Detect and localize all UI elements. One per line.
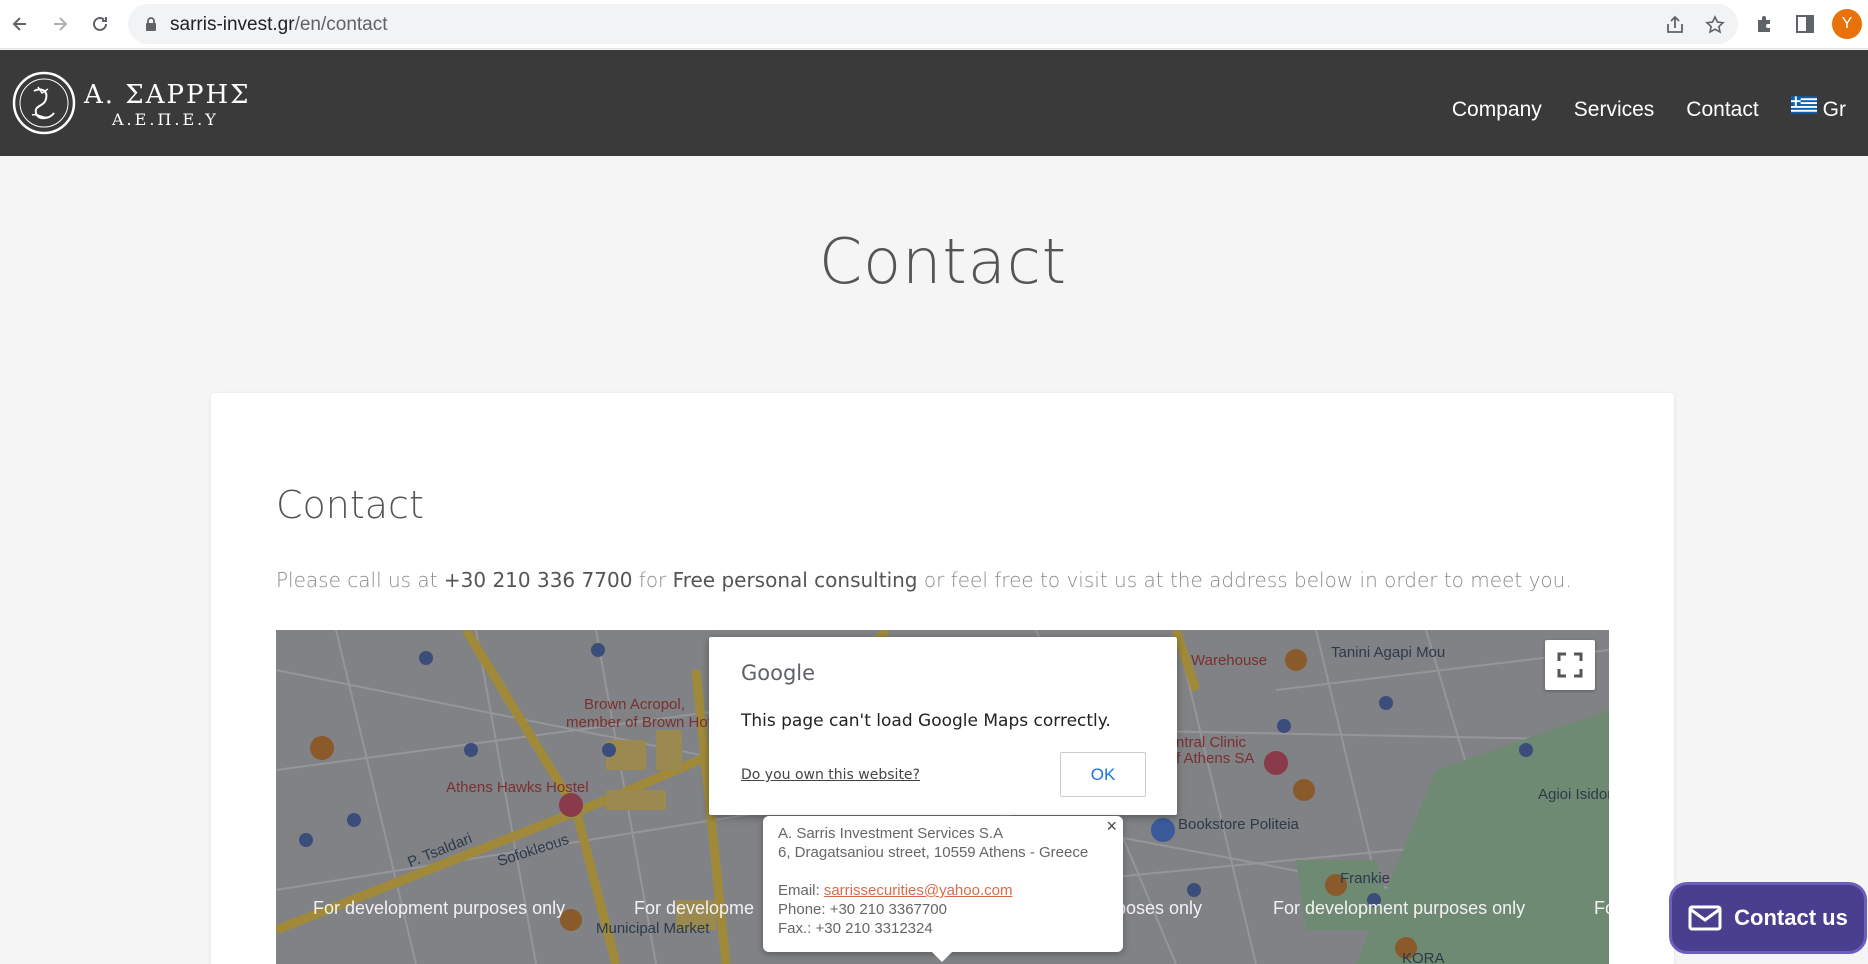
map-label-municipal: Municipal Market: [596, 920, 710, 937]
contact-us-button[interactable]: Contact us: [1669, 882, 1867, 954]
bookmark-star-icon[interactable]: [1704, 14, 1726, 36]
map-label-agioi: Agioi Isidor: [1538, 786, 1609, 803]
nav-services[interactable]: Services: [1574, 98, 1655, 122]
info-email-row: Email: sarrissecurities@yahoo.com: [778, 881, 1088, 900]
language-label: Gr: [1822, 98, 1846, 121]
nav-contact[interactable]: Contact: [1686, 98, 1758, 122]
logo-line2: Α.Ε.Π.Ε.Υ: [112, 110, 219, 129]
map-label-frankie: Frankie: [1340, 870, 1391, 887]
intro-part: Please call us at: [276, 568, 444, 592]
envelope-icon: [1688, 905, 1722, 931]
side-panel-icon[interactable]: [1794, 13, 1816, 35]
info-fax: Fax.: +30 210 3312324: [778, 920, 933, 937]
map-label-bookstore: Bookstore Politeia: [1178, 816, 1299, 833]
dev-watermark: For development purposes only: [313, 898, 566, 918]
share-icon[interactable]: [1664, 14, 1686, 36]
dialog-ok-button[interactable]: OK: [1060, 752, 1146, 797]
site-header: Α. ΣΑΡΡΗΣ Α.Ε.Π.Ε.Υ Company Services Con…: [0, 50, 1868, 156]
forward-button[interactable]: [46, 10, 74, 38]
back-arrow-icon: [12, 17, 26, 31]
reload-icon: [93, 16, 107, 31]
maps-error-message: This page can't load Google Maps correct…: [741, 711, 1111, 731]
contact-intro-text: Please call us at +30 210 336 7700 for F…: [276, 568, 1572, 592]
url-text: sarris-invest.gr/en/contact: [170, 14, 388, 35]
info-address: 6, Dragatsaniou street, 10559 Athens - G…: [778, 844, 1089, 861]
address-bar[interactable]: sarris-invest.gr/en/contact: [128, 4, 1738, 44]
dev-watermark: Fo: [1594, 898, 1609, 918]
profile-avatar[interactable]: Y: [1832, 9, 1862, 39]
extensions-puzzle-icon[interactable]: [1754, 13, 1776, 35]
greek-flag-icon: [1790, 96, 1817, 114]
card-title: Contact: [276, 483, 424, 527]
map-fullscreen-button[interactable]: [1545, 640, 1595, 690]
dev-watermark: For development purposes only: [1273, 898, 1526, 918]
logo-seal-icon[interactable]: [12, 69, 76, 137]
browser-toolbar: sarris-invest.gr/en/contact Y: [0, 0, 1868, 49]
free-consulting-text: Free personal consulting: [672, 568, 918, 592]
nav-company[interactable]: Company: [1452, 98, 1542, 122]
logo-text[interactable]: Α. ΣΑΡΡΗΣ Α.Ε.Π.Ε.Υ: [84, 80, 251, 130]
map-label-clinic2: f Athens SA: [1176, 750, 1255, 767]
reload-button[interactable]: [86, 10, 114, 38]
own-website-link[interactable]: Do you own this website?: [741, 767, 920, 783]
google-logo: Google: [741, 661, 816, 685]
back-button[interactable]: [6, 10, 34, 38]
logo-line1: Α. ΣΑΡΡΗΣ: [84, 80, 251, 110]
fullscreen-icon: [1557, 652, 1583, 678]
map-label-clinic: ntral Clinic: [1176, 734, 1247, 751]
forward-arrow-icon: [54, 17, 68, 31]
map-label-kora: KORA: [1402, 950, 1445, 964]
email-label: Email:: [778, 882, 824, 899]
info-window-pointer: [932, 952, 952, 962]
map-info-window: × A. Sarris Investment Services S.A 6, D…: [763, 816, 1123, 952]
dev-watermark: For developme: [634, 898, 755, 918]
close-icon[interactable]: ×: [1106, 816, 1117, 837]
info-company: A. Sarris Investment Services S.A: [778, 825, 1004, 842]
map-label-hawks: Athens Hawks Hostel: [446, 779, 589, 796]
intro-part: or feel free to visit us at the address …: [917, 568, 1572, 592]
main-nav: Company Services Contact Gr: [1420, 96, 1846, 122]
map-label-tanini: Tanini Agapi Mou: [1331, 644, 1446, 661]
info-phone: Phone: +30 210 3367700: [778, 901, 947, 918]
page-title: Contact: [818, 225, 1068, 298]
dev-watermark: poses only: [1116, 898, 1203, 918]
info-window-body: A. Sarris Investment Services S.A 6, Dra…: [778, 824, 1088, 938]
contact-phone: +30 210 336 7700: [443, 568, 633, 592]
contact-us-label: Contact us: [1734, 905, 1848, 930]
intro-part: for: [632, 568, 673, 592]
maps-error-dialog: Google This page can't load Google Maps …: [709, 637, 1177, 815]
map-label-brown: Brown Acropol,: [584, 696, 685, 713]
email-link[interactable]: sarrissecurities@yahoo.com: [824, 882, 1013, 899]
map-label-brown2: member of Brown Hotels: [566, 714, 732, 731]
lock-icon: [146, 17, 156, 31]
map-label-warehouse: Warehouse: [1191, 652, 1268, 669]
language-switch[interactable]: Gr: [1790, 96, 1846, 122]
